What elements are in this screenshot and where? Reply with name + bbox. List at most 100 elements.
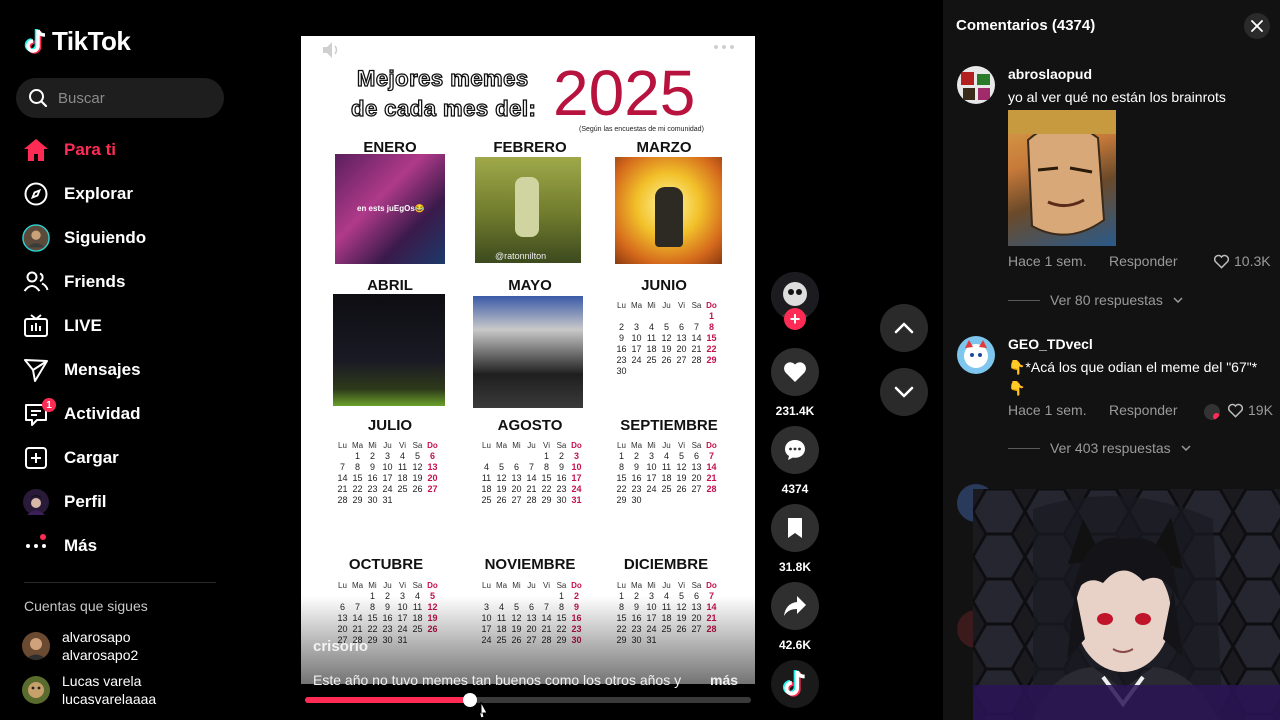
calendar-day: 23 [556,484,567,494]
nav-item-mensajes[interactable]: Mensajes [0,348,240,392]
weekday-header: Lu [338,581,347,590]
video-author[interactable]: crisorio [313,638,368,655]
weekday-header: Sa [691,301,702,310]
search-input[interactable] [58,89,208,107]
calendar-day: 1 [354,451,360,461]
weekday-header: Mi [512,441,521,450]
nav-item-actividad[interactable]: 1 Actividad [0,392,240,436]
comment-username[interactable]: abroslaopud [1008,66,1092,82]
calendar-day: 16 [367,473,378,483]
reply-button[interactable]: Responder [1109,253,1178,269]
calendar-day: 1 [618,451,624,461]
comment-image[interactable] [1008,110,1116,246]
comment-like-button[interactable]: 10.3K [1213,253,1271,269]
calendar-day: 20 [691,473,702,483]
calendar-day: 16 [616,344,627,354]
calendar-day: 14 [337,473,348,483]
caption-more-link[interactable]: más [710,672,738,688]
meme-image-febrero: @ratonnilton [475,157,581,263]
calendar-day: 28 [526,495,537,505]
weekday-header: Ju [527,581,536,590]
comment-username[interactable]: GEO_TDvecl [1008,336,1093,352]
creator-avatar-button[interactable]: + [771,272,819,330]
calendar-day: 15 [352,473,363,483]
calendar-day: 25 [397,484,408,494]
calendar-day: 10 [631,333,642,343]
reply-button[interactable]: Responder [1109,402,1178,418]
nav-item-live[interactable]: LIVE [0,304,240,348]
activity-icon: 1 [22,398,56,428]
nav-item-explorar[interactable]: Explorar [0,172,240,216]
month-label: JULIO [367,417,413,434]
calendar-day: 13 [427,462,438,472]
calendar-day: 30 [367,495,378,505]
follow-plus-icon[interactable]: + [784,308,806,330]
month-label: MARZO [636,139,692,156]
view-replies-button[interactable]: Ver 80 respuestas [1008,292,1183,308]
video-year: 2025 [553,57,696,129]
calendar-day: 9 [633,462,639,472]
close-comments-button[interactable] [1244,13,1270,39]
nav-item-perfil[interactable]: Perfil [0,480,240,524]
sound-disc[interactable] [771,660,819,708]
meme-caption-febrero: @ratonnilton [495,251,547,261]
profile-icon [22,488,50,516]
calendar-day: 14 [706,462,717,472]
mute-icon[interactable] [321,40,343,60]
nav-label-cargar: Cargar [64,448,119,467]
save-button[interactable]: 31.8K [771,504,819,574]
share-button[interactable]: 42.6K [771,582,819,652]
notification-dot [40,534,46,540]
nav-item-mas[interactable]: Más [0,524,240,568]
calendar-day: 21 [526,484,537,494]
calendar-day: 4 [399,451,405,461]
month-label: MAYO [508,277,552,294]
calendar-day: 2 [369,451,375,461]
calendar-day: 14 [526,473,537,483]
weekday-header: Mi [368,441,377,450]
following-account[interactable]: Lucas varela lucasvarelaaaa [22,672,156,708]
calendar-day: 6 [678,322,684,332]
like-button[interactable]: 231.4K [771,348,819,418]
bookmark-icon [771,504,819,552]
progress-knob[interactable] [463,693,478,707]
comment-text: yo al ver qué no están los brainrots [1008,89,1226,105]
calendar-day: 6 [513,462,519,472]
comment-like-button[interactable]: 19K [1227,402,1273,418]
calendar-day: 18 [661,473,672,483]
calendar-day: 18 [646,344,657,354]
nav-item-cargar[interactable]: Cargar [0,436,240,480]
avatar[interactable] [957,66,995,104]
calendar-day: 8 [543,462,549,472]
month-label: AGOSTO [497,417,563,434]
comment-button[interactable]: 4374 [771,426,819,496]
nav-item-siguiendo[interactable]: Siguiendo [0,216,240,260]
calendar-day: 5 [414,451,420,461]
calendar-day: 27 [511,495,522,505]
calendar-day: 3 [633,322,639,332]
nav-item-friends[interactable]: Friends [0,260,240,304]
weekday-header: Lu [617,441,626,450]
tiktok-logo[interactable]: TikTok [24,26,131,57]
calendar-day: 19 [661,344,672,354]
video-player[interactable]: Mejores memes de cada mes del: 2025 (Seg… [301,36,755,684]
calendar-day: 10 [646,462,657,472]
nav-item-para-ti[interactable]: Para ti [0,128,240,172]
calendar-day: 22 [706,344,717,354]
nav-label-explorar: Explorar [64,184,133,203]
video-progress-bar[interactable] [305,693,751,707]
weekday-header: Do [571,581,582,590]
next-video-button[interactable] [880,368,928,416]
previous-video-button[interactable] [880,304,928,352]
mouse-cursor-icon [478,701,488,719]
search-bar[interactable] [16,78,224,118]
month-label: SEPTIEMBRE [620,417,718,434]
sidebar: TikTok Para ti Explorar Siguiendo Friend… [0,0,240,720]
avatar[interactable] [957,336,995,374]
following-account[interactable]: alvarosapo alvarosapo2 [22,628,138,664]
weekday-header: Ma [351,581,364,590]
more-options-icon[interactable] [713,44,735,50]
view-replies-button[interactable]: Ver 403 respuestas [1008,440,1191,456]
comment-like-count: 10.3K [1234,253,1271,269]
weekday-header: Lu [338,441,347,450]
